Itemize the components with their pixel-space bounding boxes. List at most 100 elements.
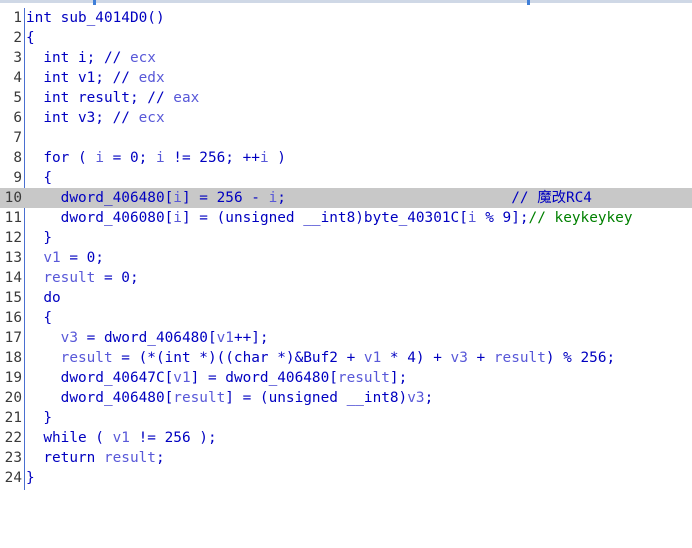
code-line[interactable]: 22 while ( v1 != 256 ); — [0, 428, 692, 448]
variable[interactable]: v3 — [61, 330, 78, 346]
register-comment: ecx — [129, 50, 156, 66]
code-line-highlighted[interactable]: 10 dword_406480[i] = 256 - i; // 魔改RC4 — [0, 188, 692, 208]
line-number: 24 — [4, 470, 22, 486]
code-line[interactable]: 7 — [0, 128, 692, 148]
code-text: { — [26, 310, 52, 326]
comment: // keykeykey — [528, 210, 633, 226]
code-text: dword_406080[ — [26, 210, 174, 226]
register-comment: ecx — [138, 110, 165, 126]
code-text: { — [26, 170, 52, 186]
comment: ; // 魔改RC4 — [277, 190, 592, 206]
variable[interactable]: result — [43, 270, 95, 286]
top-scroll-strip — [0, 0, 692, 6]
line-number: 21 — [4, 410, 22, 426]
code-text: = (*(int *)((char *)&Buf2 + — [112, 350, 364, 366]
code-line[interactable]: 6 int v3; // ecx — [0, 108, 692, 128]
code-line[interactable]: 12 } — [0, 228, 692, 248]
code-line[interactable]: 1 int sub_4014D0() — [0, 8, 692, 28]
line-number: 19 — [4, 370, 22, 386]
line-number: 7 — [13, 130, 22, 146]
code-text: ; — [155, 450, 165, 466]
variable[interactable]: i — [156, 150, 165, 166]
top-scroll-track[interactable] — [0, 0, 692, 3]
variable[interactable]: result — [338, 370, 390, 386]
code-text: ] = (unsigned __int8)byte_40301C[ — [181, 210, 468, 226]
code-text: ] = (unsigned __int8) — [225, 390, 408, 406]
line-number: 11 — [4, 210, 22, 226]
code-line[interactable]: 11 dword_406080[i] = (unsigned __int8)by… — [0, 208, 692, 228]
code-text: int v3; // — [26, 110, 139, 126]
code-line[interactable]: 24 } — [0, 468, 692, 488]
line-number: 16 — [4, 310, 22, 326]
code-line[interactable]: 17 v3 = dword_406480[v1++]; — [0, 328, 692, 348]
code-text: ++]; — [233, 330, 269, 346]
code-line[interactable]: 23 return result; — [0, 448, 692, 468]
line-number: 15 — [4, 290, 22, 306]
pseudocode-view[interactable]: 1 int sub_4014D0() 2 { 3 int i; // ecx 4… — [0, 8, 692, 488]
code-text: = 0; — [95, 270, 139, 286]
variable[interactable]: v1 — [217, 330, 234, 346]
variable[interactable]: i — [260, 150, 269, 166]
variable[interactable]: result — [494, 350, 546, 366]
code-text: for ( — [26, 150, 96, 166]
variable[interactable]: v1 — [364, 350, 381, 366]
code-line[interactable]: 18 result = (*(int *)((char *)&Buf2 + v1… — [0, 348, 692, 368]
code-line[interactable]: 13 v1 = 0; — [0, 248, 692, 268]
variable[interactable]: v1 — [113, 430, 130, 446]
code-text: % 9]; — [476, 210, 529, 226]
code-line[interactable]: 4 int v1; // edx — [0, 68, 692, 88]
code-text: do — [26, 290, 61, 306]
code-text: } — [26, 410, 52, 426]
code-line[interactable]: 2 { — [0, 28, 692, 48]
variable[interactable]: v1 — [43, 250, 60, 266]
code-line[interactable]: 14 result = 0; — [0, 268, 692, 288]
code-text: + — [467, 350, 494, 366]
variable[interactable]: i — [173, 210, 182, 226]
code-text: ]; — [389, 370, 408, 386]
line-number: 17 — [4, 330, 22, 346]
line-number: 14 — [4, 270, 22, 286]
code-line[interactable]: 21 } — [0, 408, 692, 428]
variable[interactable]: v3 — [407, 390, 424, 406]
variable[interactable]: result — [61, 350, 113, 366]
line-number: 10 — [4, 190, 22, 206]
variable[interactable]: i — [95, 150, 104, 166]
code-line[interactable]: 8 for ( i = 0; i != 256; ++i ) — [0, 148, 692, 168]
code-text: != 256 ); — [129, 430, 217, 446]
variable[interactable]: i — [468, 210, 477, 226]
function-signature[interactable]: int sub_4014D0() — [26, 10, 165, 26]
line-number: 20 — [4, 390, 22, 406]
variable[interactable]: v3 — [451, 350, 468, 366]
code-text: = dword_406480[ — [77, 330, 217, 346]
code-text: ) — [268, 150, 286, 166]
code-text: } — [26, 230, 52, 246]
line-number: 3 — [13, 50, 22, 66]
code-text: dword_406480[ — [26, 190, 174, 206]
code-text: = 0; — [60, 250, 104, 266]
variable[interactable]: result — [173, 390, 225, 406]
register-comment: edx — [138, 70, 165, 86]
scroll-marker — [93, 0, 96, 5]
code-text: != 256; ++ — [164, 150, 260, 166]
code-text: ] = dword_406480[ — [190, 370, 338, 386]
code-line[interactable]: 16 { — [0, 308, 692, 328]
line-number: 18 — [4, 350, 22, 366]
variable[interactable]: i — [173, 190, 182, 206]
variable[interactable]: result — [104, 450, 156, 466]
line-number: 8 — [13, 150, 22, 166]
code-line[interactable]: 5 int result; // eax — [0, 88, 692, 108]
code-text: * 4) + — [381, 350, 451, 366]
variable[interactable]: v1 — [173, 370, 190, 386]
code-line[interactable]: 9 { — [0, 168, 692, 188]
code-line[interactable]: 19 dword_40647C[v1] = dword_406480[resul… — [0, 368, 692, 388]
code-line[interactable]: 3 int i; // ecx — [0, 48, 692, 68]
code-line[interactable]: 20 dword_406480[result] = (unsigned __in… — [0, 388, 692, 408]
line-number: 12 — [4, 230, 22, 246]
variable[interactable]: i — [269, 190, 278, 206]
code-text: int i; // — [26, 50, 130, 66]
code-line[interactable]: 15 do — [0, 288, 692, 308]
